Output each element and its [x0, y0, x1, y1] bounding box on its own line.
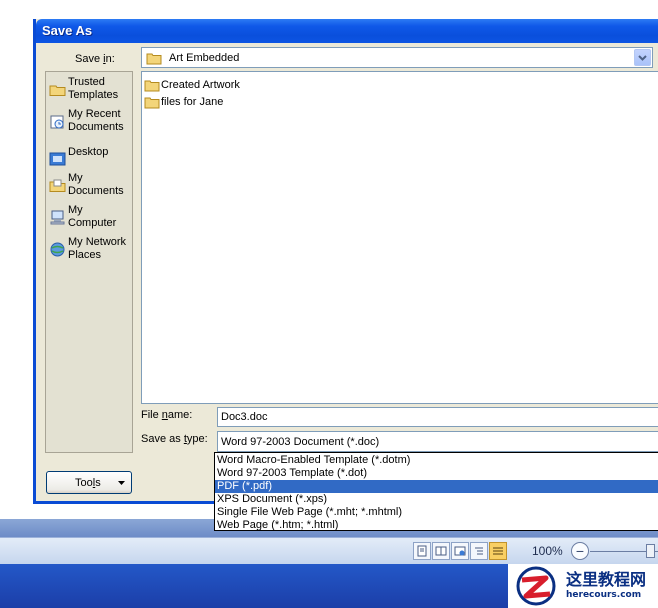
place-my-computer[interactable]: My Computer — [46, 204, 134, 238]
zoom-slider-thumb[interactable] — [646, 544, 655, 558]
save-in-value: Art Embedded — [169, 52, 240, 64]
place-trusted-templates[interactable]: Trusted Templates — [46, 76, 134, 110]
option-pdf[interactable]: PDF (*.pdf) — [215, 480, 658, 493]
option-xps[interactable]: XPS Document (*.xps) — [215, 493, 658, 506]
full-screen-reading-view-button[interactable] — [432, 542, 450, 560]
word-status-bar: 100% − — [0, 537, 658, 564]
save-as-type-value: Word 97-2003 Document (*.doc) — [221, 436, 380, 448]
file-list[interactable]: Created Artwork files for Jane — [141, 71, 658, 404]
outline-view-button[interactable] — [470, 542, 488, 560]
network-places-icon — [50, 242, 65, 257]
folder-icon — [144, 80, 160, 92]
option-htm[interactable]: Web Page (*.htm; *.html) — [215, 519, 658, 532]
places-bar: Trusted Templates My Recent Documents De… — [45, 71, 133, 453]
desktop-icon — [49, 152, 66, 166]
page-icon — [417, 545, 427, 557]
place-my-documents[interactable]: My Documents — [46, 172, 134, 206]
book-icon — [435, 546, 447, 556]
trusted-templates-folder-icon — [49, 85, 66, 96]
save-as-type-options[interactable]: Word Macro-Enabled Template (*.dotm) Wor… — [214, 452, 658, 531]
folder-icon — [146, 53, 162, 65]
place-my-network-places[interactable]: My Network Places — [46, 236, 134, 270]
folder-icon — [144, 97, 160, 109]
zoom-level[interactable]: 100% — [532, 544, 563, 558]
save-as-type-dropdown[interactable]: Word 97-2003 Document (*.doc) — [217, 431, 658, 452]
triangle-down-icon — [118, 481, 125, 485]
option-dot[interactable]: Word 97-2003 Template (*.dot) — [215, 467, 658, 480]
recent-documents-icon — [50, 115, 64, 129]
web-layout-view-button[interactable] — [451, 542, 469, 560]
option-dotm[interactable]: Word Macro-Enabled Template (*.dotm) — [215, 454, 658, 467]
view-buttons — [413, 542, 507, 560]
zoom-out-button[interactable]: − — [571, 542, 589, 560]
my-documents-folder-icon — [49, 179, 66, 192]
save-in-dropdown[interactable]: Art Embedded — [141, 47, 653, 68]
tools-button[interactable]: Tools — [46, 471, 132, 494]
dialog-titlebar[interactable]: Save As — [36, 19, 658, 43]
watermark-url: herecours.com — [566, 590, 642, 600]
save-in-label: Save in: — [75, 53, 115, 65]
print-layout-view-button[interactable] — [413, 542, 431, 560]
watermark-title: 这里教程网 — [566, 570, 647, 589]
place-my-recent-documents[interactable]: My Recent Documents — [46, 108, 134, 142]
web-page-icon — [454, 546, 466, 556]
file-name-input[interactable] — [217, 407, 658, 427]
option-mht[interactable]: Single File Web Page (*.mht; *.mhtml) — [215, 506, 658, 519]
draft-view-button[interactable] — [489, 542, 507, 560]
file-name-label: File name: — [141, 409, 193, 421]
dialog-title: Save As — [42, 23, 93, 38]
watermark-logo-icon — [516, 566, 556, 606]
watermark: 这里教程网 herecours.com — [508, 564, 658, 608]
draft-lines-icon — [493, 547, 503, 555]
save-as-dialog: Save As Save in: Art Embedded Trusted Te… — [33, 19, 658, 504]
my-computer-icon — [50, 210, 65, 225]
outline-icon — [475, 547, 483, 555]
chevron-down-icon[interactable] — [634, 49, 651, 66]
save-as-type-label: Save as type: — [141, 433, 208, 445]
